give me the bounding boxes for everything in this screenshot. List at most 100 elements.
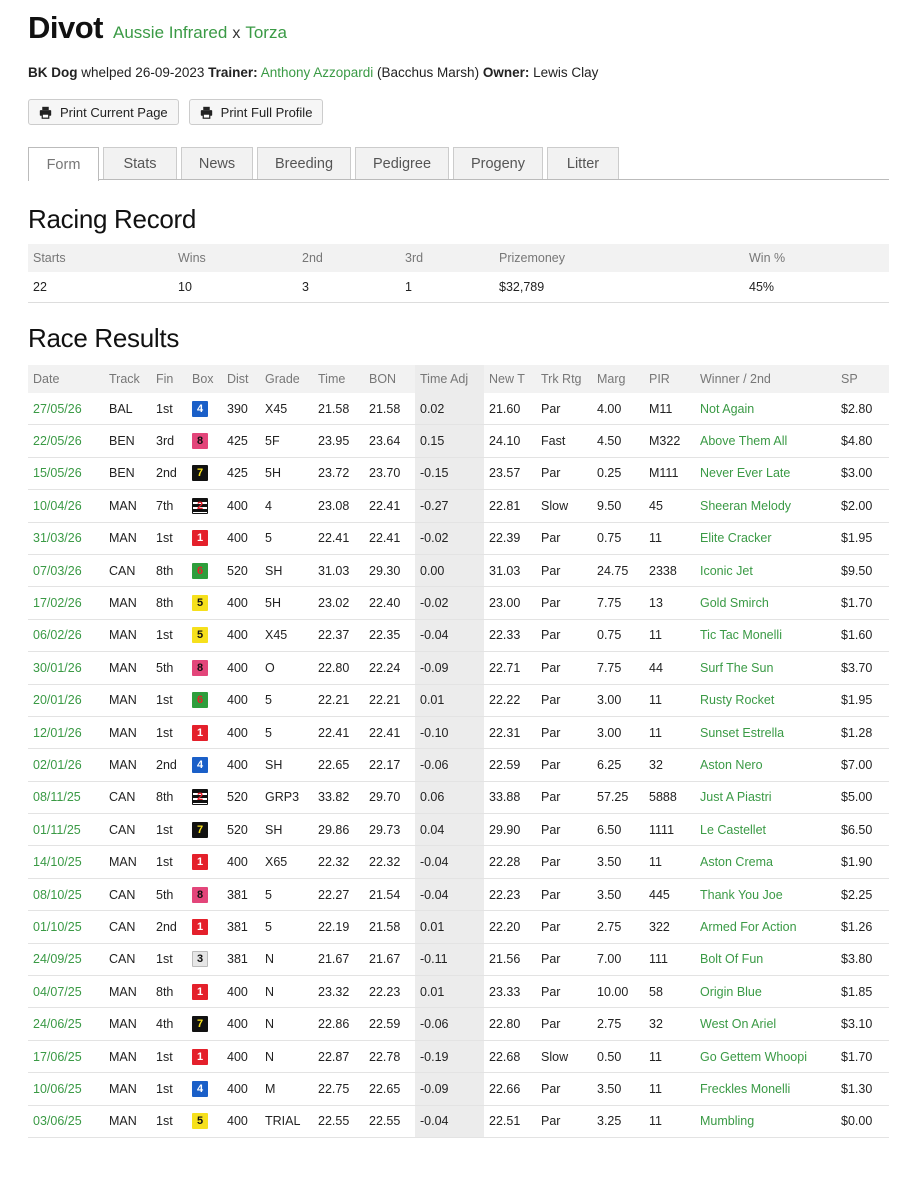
cell-track: MAN — [104, 716, 151, 750]
cell-winner[interactable]: Armed For Action — [695, 910, 836, 944]
tab-pedigree[interactable]: Pedigree — [355, 147, 449, 179]
cell-sp: $2.25 — [836, 878, 889, 912]
cell-date[interactable]: 02/01/26 — [28, 748, 104, 782]
cell-date[interactable]: 24/09/25 — [28, 943, 104, 977]
cell-date[interactable]: 27/05/26 — [28, 393, 104, 426]
cell-winner[interactable]: Bolt Of Fun — [695, 943, 836, 977]
table-row: 20/01/26 MAN 1st 6 400 5 22.21 22.21 0.01 22.22 Pa… — [28, 684, 889, 717]
dam-link[interactable]: Torza — [245, 23, 287, 43]
cell-grade: X45 — [260, 393, 313, 426]
cell-date[interactable]: 15/05/26 — [28, 457, 104, 491]
cell-date[interactable]: 06/02/26 — [28, 619, 104, 653]
cell-time-adj: 0.01 — [415, 910, 484, 944]
cell-winner[interactable]: Above Them All — [695, 424, 836, 458]
cell-time: 22.41 — [313, 716, 364, 750]
cell-trk-rtg: Par — [536, 619, 592, 653]
cell-date[interactable]: 08/10/25 — [28, 878, 104, 912]
racing-record-title: Racing Record — [28, 204, 197, 234]
tab-form[interactable]: Form — [28, 147, 99, 181]
cell-marg: 10.00 — [592, 975, 644, 1009]
cell-winner[interactable]: Go Gettem Whoopi — [695, 1040, 836, 1074]
cell-winner[interactable]: Aston Nero — [695, 748, 836, 782]
cell-date[interactable]: 20/01/26 — [28, 684, 104, 717]
cell-fin: 2nd — [151, 910, 187, 944]
cell-date[interactable]: 08/11/25 — [28, 781, 104, 815]
cell-winner[interactable]: Never Ever Late — [695, 457, 836, 491]
cell-winner[interactable]: West On Ariel — [695, 1007, 836, 1041]
cell-winner[interactable]: Elite Cracker — [695, 522, 836, 555]
cell-date[interactable]: 10/04/26 — [28, 489, 104, 523]
profile-page: Divot Aussie Infrared x Torza BK Dog whe… — [28, 0, 889, 1138]
cell-winner[interactable]: Origin Blue — [695, 975, 836, 1009]
cell-date[interactable]: 03/06/25 — [28, 1105, 104, 1138]
cell-pir: 1111 — [644, 813, 695, 847]
value-2nd: 3 — [297, 272, 400, 303]
cell-winner[interactable]: Iconic Jet — [695, 554, 836, 588]
cell-date[interactable]: 14/10/25 — [28, 845, 104, 879]
cell-sp: $3.10 — [836, 1007, 889, 1041]
tab-stats[interactable]: Stats — [103, 147, 177, 179]
box-number-badge: 2 — [192, 789, 208, 806]
sire-link[interactable]: Aussie Infrared — [113, 23, 227, 43]
cell-box: 4 — [187, 748, 222, 782]
cell-pir: 5888 — [644, 781, 695, 815]
cell-winner[interactable]: Just A Piastri — [695, 781, 836, 815]
cell-dist: 400 — [222, 684, 260, 717]
cell-grade: N — [260, 943, 313, 977]
cell-winner[interactable]: Thank You Joe — [695, 878, 836, 912]
cell-winner[interactable]: Not Again — [695, 393, 836, 426]
cell-date[interactable]: 22/05/26 — [28, 424, 104, 458]
cell-date[interactable]: 30/01/26 — [28, 651, 104, 685]
tab-news[interactable]: News — [181, 147, 253, 179]
cell-date[interactable]: 31/03/26 — [28, 522, 104, 555]
cell-date[interactable]: 17/06/25 — [28, 1040, 104, 1074]
cell-bon: 22.78 — [364, 1040, 415, 1074]
cell-date[interactable]: 04/07/25 — [28, 975, 104, 1009]
cell-bon: 29.30 — [364, 554, 415, 588]
cell-fin: 1st — [151, 393, 187, 426]
cell-track: MAN — [104, 1007, 151, 1041]
cell-winner[interactable]: Sunset Estrella — [695, 716, 836, 750]
cell-winner[interactable]: Surf The Sun — [695, 651, 836, 685]
cell-dist: 400 — [222, 716, 260, 750]
race-results-body: 27/05/26 BAL 1st 4 390 X45 21.58 21.58 0.02 21.60… — [28, 393, 889, 1138]
print-current-page-button[interactable]: Print Current Page — [28, 99, 179, 125]
tab-progeny[interactable]: Progeny — [453, 147, 543, 179]
cell-marg: 4.00 — [592, 393, 644, 426]
box-number-badge: 6 — [192, 692, 208, 709]
print-current-label: Print Current Page — [60, 104, 168, 120]
cell-marg: 9.50 — [592, 489, 644, 523]
cell-date[interactable]: 12/01/26 — [28, 716, 104, 750]
cell-grade: 5 — [260, 522, 313, 555]
cell-winner[interactable]: Tic Tac Monelli — [695, 619, 836, 653]
cell-date[interactable]: 01/10/25 — [28, 910, 104, 944]
cell-date[interactable]: 17/02/26 — [28, 586, 104, 620]
box-number-badge: 7 — [192, 1016, 208, 1033]
cell-winner[interactable]: Mumbling — [695, 1105, 836, 1138]
trainer-link[interactable]: Anthony Azzopardi — [261, 65, 374, 80]
cell-pir: 13 — [644, 586, 695, 620]
tab-litter[interactable]: Litter — [547, 147, 619, 179]
cell-box: 6 — [187, 554, 222, 588]
cell-trk-rtg: Par — [536, 813, 592, 847]
cell-track: MAN — [104, 651, 151, 685]
cell-sp: $2.00 — [836, 489, 889, 523]
cell-winner[interactable]: Sheeran Melody — [695, 489, 836, 523]
cell-grade: N — [260, 975, 313, 1009]
cell-date[interactable]: 01/11/25 — [28, 813, 104, 847]
cell-date[interactable]: 10/06/25 — [28, 1072, 104, 1106]
cell-box: 7 — [187, 1007, 222, 1041]
cell-winner[interactable]: Aston Crema — [695, 845, 836, 879]
cell-track: CAN — [104, 910, 151, 944]
cell-winner[interactable]: Le Castellet — [695, 813, 836, 847]
cell-date[interactable]: 07/03/26 — [28, 554, 104, 588]
tab-breeding[interactable]: Breeding — [257, 147, 351, 179]
cell-winner[interactable]: Rusty Rocket — [695, 684, 836, 717]
header-new-t: New T — [484, 365, 536, 393]
cell-winner[interactable]: Gold Smirch — [695, 586, 836, 620]
print-full-profile-button[interactable]: Print Full Profile — [188, 99, 324, 125]
cell-fin: 1st — [151, 619, 187, 653]
cell-date[interactable]: 24/06/25 — [28, 1007, 104, 1041]
cell-winner[interactable]: Freckles Monelli — [695, 1072, 836, 1106]
cell-bon: 22.21 — [364, 684, 415, 717]
